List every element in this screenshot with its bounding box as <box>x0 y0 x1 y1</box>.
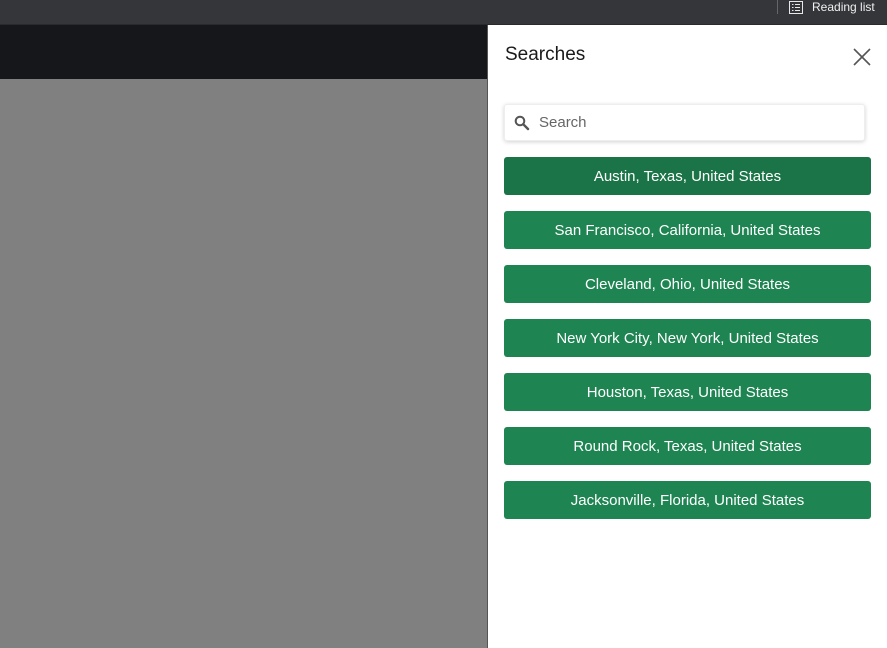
reading-list-icon <box>789 0 803 14</box>
reading-list-button[interactable]: Reading list <box>789 0 875 14</box>
close-icon <box>853 48 871 66</box>
search-results-list: Austin, Texas, United States San Francis… <box>504 157 871 535</box>
panel-title: Searches <box>505 44 586 65</box>
searches-panel: Searches Austin, Texas, United States Sa… <box>487 25 887 648</box>
search-result-san-francisco[interactable]: San Francisco, California, United States <box>504 211 871 249</box>
close-button[interactable] <box>852 47 872 67</box>
search-result-new-york-city[interactable]: New York City, New York, United States <box>504 319 871 357</box>
search-result-jacksonville[interactable]: Jacksonville, Florida, United States <box>504 481 871 519</box>
search-result-austin[interactable]: Austin, Texas, United States <box>504 157 871 195</box>
search-result-round-rock[interactable]: Round Rock, Texas, United States <box>504 427 871 465</box>
page-overlay-backdrop[interactable] <box>0 25 487 648</box>
reading-list-label: Reading list <box>812 0 875 14</box>
search-icon <box>514 115 530 131</box>
search-input[interactable] <box>539 105 859 140</box>
search-box <box>504 104 865 141</box>
page-header-dimmed <box>0 25 487 79</box>
toolbar-divider <box>777 0 778 14</box>
search-result-houston[interactable]: Houston, Texas, United States <box>504 373 871 411</box>
browser-toolbar: Reading list <box>0 0 887 25</box>
search-result-cleveland[interactable]: Cleveland, Ohio, United States <box>504 265 871 303</box>
